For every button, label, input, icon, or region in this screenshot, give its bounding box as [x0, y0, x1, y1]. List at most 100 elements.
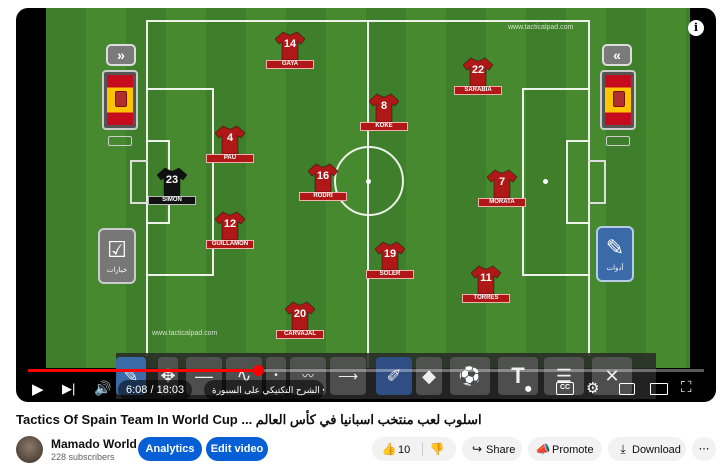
- like-dislike-group: 👍 10 👎: [372, 437, 456, 461]
- right-side-panel: «: [600, 44, 636, 146]
- like-count: 10: [398, 444, 411, 456]
- right-goal-box: [566, 140, 590, 224]
- subscriber-count: 228 subscribers: [51, 452, 115, 462]
- right-penalty-spot: [543, 179, 548, 184]
- formation-icon: [108, 136, 132, 146]
- tools-label: أدوات: [606, 265, 624, 272]
- player-marker[interactable]: 16 RODRI: [299, 162, 347, 208]
- volume-icon[interactable]: 🔊: [94, 380, 111, 397]
- spain-badge-right: [600, 70, 636, 130]
- checkbox-icon: ☑: [107, 237, 127, 262]
- thumbs-up-icon: 👍: [381, 442, 397, 456]
- like-button[interactable]: 👍 10: [380, 437, 411, 462]
- progress-scrubber[interactable]: [253, 365, 264, 376]
- player-name: SIMON: [148, 196, 196, 205]
- right-goal: [588, 160, 606, 204]
- download-button[interactable]: ⤓ Download: [608, 437, 686, 461]
- edit-video-button[interactable]: Edit video: [206, 437, 268, 461]
- player-number: 11: [480, 272, 492, 284]
- player-number: 14: [283, 38, 297, 50]
- left-goal: [130, 160, 148, 204]
- watermark-top: www.tacticalpad.com: [508, 24, 574, 31]
- player-number: 19: [383, 248, 397, 260]
- share-icon: ↪: [471, 442, 483, 456]
- player-marker[interactable]: 4 PAU: [206, 124, 254, 170]
- tactics-pitch: www.tacticalpad.com www.tacticalpad.com: [46, 8, 690, 368]
- player-marker[interactable]: 11 TORRES: [462, 264, 510, 310]
- play-icon[interactable]: ▶: [32, 380, 44, 398]
- chapter-title[interactable]: الشرح التكتيكي على السبورة •: [204, 380, 324, 400]
- drawing-toolbar: ✎ ✥ — ∿ • 〰 ⟶ ✐ ◆ ⚽ T ☰ ✕: [116, 353, 656, 399]
- progress-played: [28, 369, 258, 372]
- cone-tool-icon[interactable]: ◆: [416, 357, 442, 395]
- more-actions-button[interactable]: ⋯: [692, 437, 716, 461]
- player-name: SOLER: [366, 270, 414, 279]
- player-number: 20: [293, 308, 307, 320]
- thumbs-down-icon[interactable]: 👎: [428, 437, 446, 461]
- theater-mode-icon[interactable]: [650, 383, 668, 395]
- spain-flag-icon: [107, 75, 133, 125]
- player-number: 12: [223, 218, 237, 230]
- player-marker[interactable]: 23 SIMON: [148, 166, 196, 212]
- settings-icon[interactable]: ⚙: [586, 379, 599, 397]
- player-name: CARVAJAL: [276, 330, 324, 339]
- pencil-play-icon: ✎: [605, 235, 625, 260]
- player-number: 7: [498, 176, 506, 188]
- player-name: SARABIA: [454, 86, 502, 95]
- player-name: MORATA: [478, 198, 526, 207]
- analytics-button[interactable]: Analytics: [138, 437, 202, 461]
- autoplay-toggle-icon[interactable]: ⏺: [525, 381, 532, 397]
- player-number: 23: [165, 174, 179, 186]
- options-button[interactable]: ☑ خيارات: [98, 228, 136, 284]
- divider: [422, 442, 423, 456]
- expand-right-button[interactable]: »: [106, 44, 136, 66]
- player-name: PAU: [206, 154, 254, 163]
- captions-icon[interactable]: CC: [556, 382, 574, 395]
- player-marker[interactable]: 19 SOLER: [366, 240, 414, 286]
- download-icon: ⤓: [620, 442, 626, 456]
- share-button[interactable]: ↪ Share: [462, 437, 522, 461]
- player-marker[interactable]: 12 GUILLAMON: [206, 210, 254, 256]
- eraser-tool-icon[interactable]: ✐: [376, 357, 412, 395]
- player-name: GAYA: [266, 60, 314, 69]
- player-marker[interactable]: 14 GAYA: [266, 30, 314, 76]
- player-number: 4: [226, 132, 234, 144]
- formation-icon: [606, 136, 630, 146]
- tools-button[interactable]: ✎ أدوات: [596, 226, 634, 282]
- player-name: TORRES: [462, 294, 510, 303]
- download-label: Download: [632, 444, 681, 456]
- watermark-bottom: www.tacticalpad.com: [152, 330, 218, 337]
- spain-flag-icon: [605, 75, 631, 125]
- fullscreen-icon[interactable]: ⛶: [681, 379, 692, 396]
- collapse-left-button[interactable]: «: [602, 44, 632, 66]
- spain-badge-left: [102, 70, 138, 130]
- player-name: GUILLAMON: [206, 240, 254, 249]
- channel-name[interactable]: Mamado World: [51, 437, 137, 451]
- ball-tool-icon[interactable]: ⚽: [450, 357, 490, 395]
- promote-button[interactable]: 📣 Promote: [528, 437, 602, 461]
- center-spot: [366, 179, 371, 184]
- video-player[interactable]: www.tacticalpad.com www.tacticalpad.com …: [16, 8, 716, 402]
- left-side-panel: »: [102, 44, 138, 146]
- next-icon[interactable]: ▶|: [62, 381, 75, 397]
- options-label: خيارات: [106, 267, 128, 274]
- megaphone-icon: 📣: [535, 442, 551, 456]
- player-marker[interactable]: 20 CARVAJAL: [276, 300, 324, 346]
- time-display: 6:08 / 18:03: [118, 380, 193, 400]
- player-number: 16: [316, 170, 330, 182]
- miniplayer-icon[interactable]: [619, 383, 635, 395]
- channel-avatar[interactable]: [16, 436, 43, 463]
- player-marker[interactable]: 8 KOKE: [360, 92, 408, 138]
- video-title: اسلوب لعب منتخب اسبانيا في كأس العالم ..…: [16, 412, 482, 427]
- player-marker[interactable]: 7 MORATA: [478, 168, 526, 214]
- player-name: KOKE: [360, 122, 408, 131]
- player-marker[interactable]: 22 SARABIA: [454, 56, 502, 102]
- player-number: 8: [380, 100, 388, 112]
- promote-label: Promote: [552, 444, 594, 456]
- info-icon[interactable]: i: [688, 20, 704, 36]
- share-label: Share: [486, 444, 516, 456]
- player-name: RODRI: [299, 192, 347, 201]
- player-number: 22: [471, 64, 485, 76]
- arrow-tool-icon[interactable]: ⟶: [330, 357, 366, 395]
- text-tool-icon[interactable]: T: [498, 357, 538, 395]
